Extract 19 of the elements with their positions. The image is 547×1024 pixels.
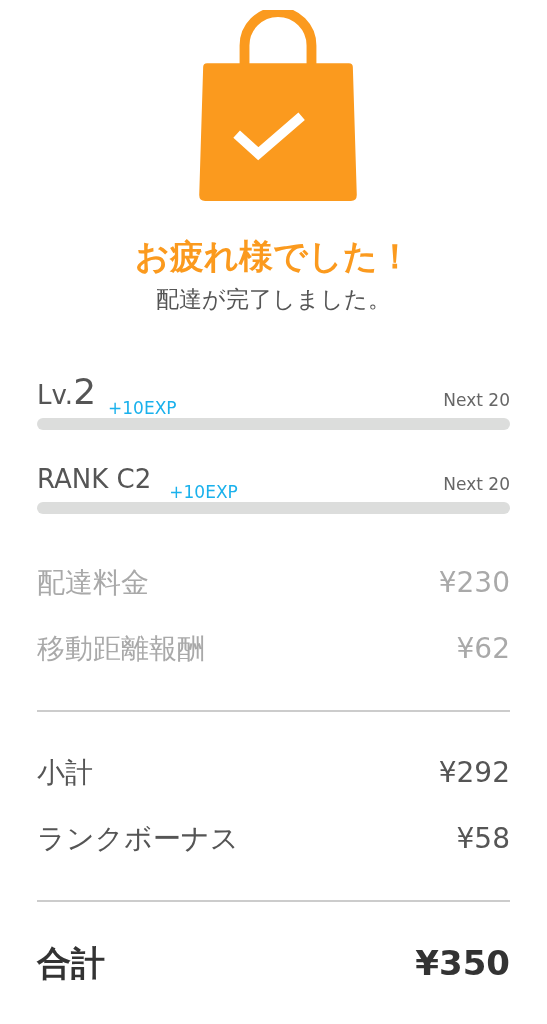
exp-gain: +10EXP: [108, 398, 177, 418]
line-item-amount: ¥350: [415, 944, 510, 982]
line-item-label: 小計: [37, 755, 93, 791]
shopping-bag-check-icon: [197, 10, 358, 203]
next-label: Next 20: [443, 390, 510, 410]
next-label: Next 20: [443, 474, 510, 494]
completion-message: 配達が完了しました。: [156, 285, 391, 314]
progress-label: Lv.2: [37, 377, 97, 410]
exp-gain: +10EXP: [169, 482, 238, 502]
line-item-amount: ¥58: [456, 821, 510, 857]
line-item-amount: ¥62: [456, 631, 510, 667]
line-item-label: 合計: [37, 944, 105, 982]
line-item-amount: ¥230: [438, 565, 510, 601]
progress-label: RANK C2: [37, 464, 152, 494]
line-item-amount: ¥292: [438, 755, 510, 791]
line-item-label: ランクボーナス: [37, 821, 239, 857]
line-item-label: 配達料金: [37, 565, 149, 601]
completion-title: お疲れ様でした！: [135, 235, 412, 278]
line-item-label: 移動距離報酬: [37, 631, 205, 667]
